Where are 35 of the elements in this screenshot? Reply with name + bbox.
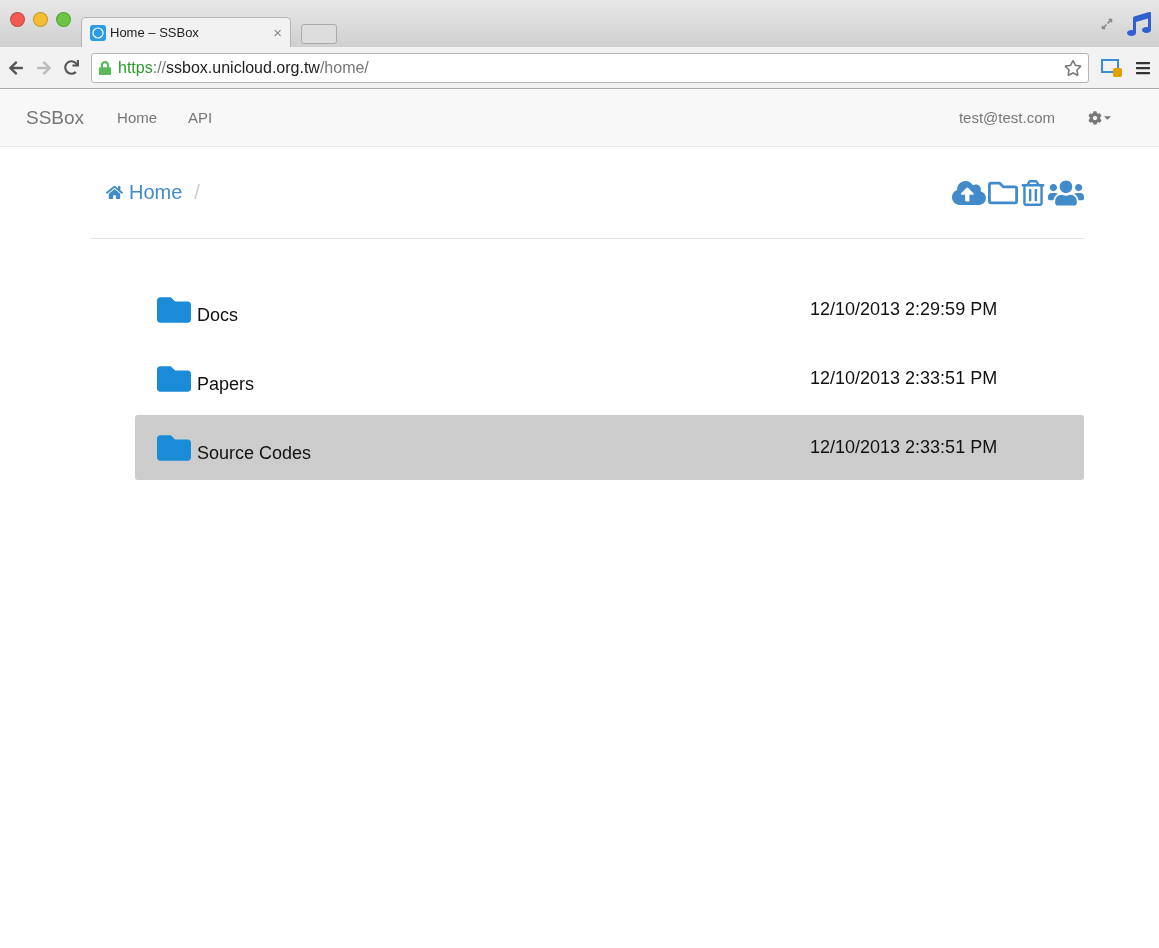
home-icon [106, 184, 123, 201]
breadcrumb-link[interactable]: Home [106, 181, 183, 204]
file-name: Source Codes [197, 443, 313, 464]
address-bar[interactable]: https://ssbox.unicloud.org.tw/home/ [91, 52, 1089, 83]
globe-icon [90, 24, 106, 41]
settings-dropdown[interactable] [1088, 110, 1113, 125]
nav-link[interactable]: API [188, 109, 213, 126]
close-window-button[interactable] [10, 12, 25, 27]
minimize-window-button[interactable] [33, 12, 48, 27]
reload-icon[interactable] [64, 60, 79, 75]
gear-icon [1088, 110, 1102, 125]
zoom-window-button[interactable] [56, 12, 71, 27]
file-row[interactable]: Papers 12/10/2013 2:33:51 PM [135, 346, 1084, 411]
brand[interactable]: SSBox [26, 106, 85, 129]
star-icon[interactable] [1064, 58, 1082, 77]
menu-icon[interactable] [1135, 59, 1151, 76]
browser-tab[interactable]: Home – SSBox × [81, 17, 291, 47]
back-icon[interactable] [8, 59, 24, 76]
breadcrumb-label: Home [129, 181, 183, 204]
modified-date: 12/10/2013 2:33:51 PM [810, 437, 998, 458]
file-row[interactable]: Docs 12/10/2013 2:29:59 PM [135, 277, 1084, 342]
fullscreen-icon[interactable] [1101, 17, 1113, 30]
modified-date: 12/10/2013 2:29:59 PM [810, 299, 998, 320]
modified-date: 12/10/2013 2:33:51 PM [810, 368, 998, 389]
nav-link[interactable]: Home [117, 109, 158, 126]
trash-icon[interactable] [1020, 179, 1046, 206]
user-email[interactable]: test@test.com [958, 109, 1055, 126]
music-note-icon[interactable] [1127, 11, 1151, 36]
breadcrumb-divider: / [194, 181, 200, 204]
close-tab-button[interactable]: × [273, 24, 282, 41]
file-name: Docs [197, 305, 239, 326]
cast-icon[interactable] [1101, 56, 1123, 79]
file-name: Papers [197, 374, 256, 395]
lock-icon [98, 60, 112, 75]
file-row[interactable]: Source Codes 12/10/2013 2:33:51 PM [135, 415, 1084, 480]
